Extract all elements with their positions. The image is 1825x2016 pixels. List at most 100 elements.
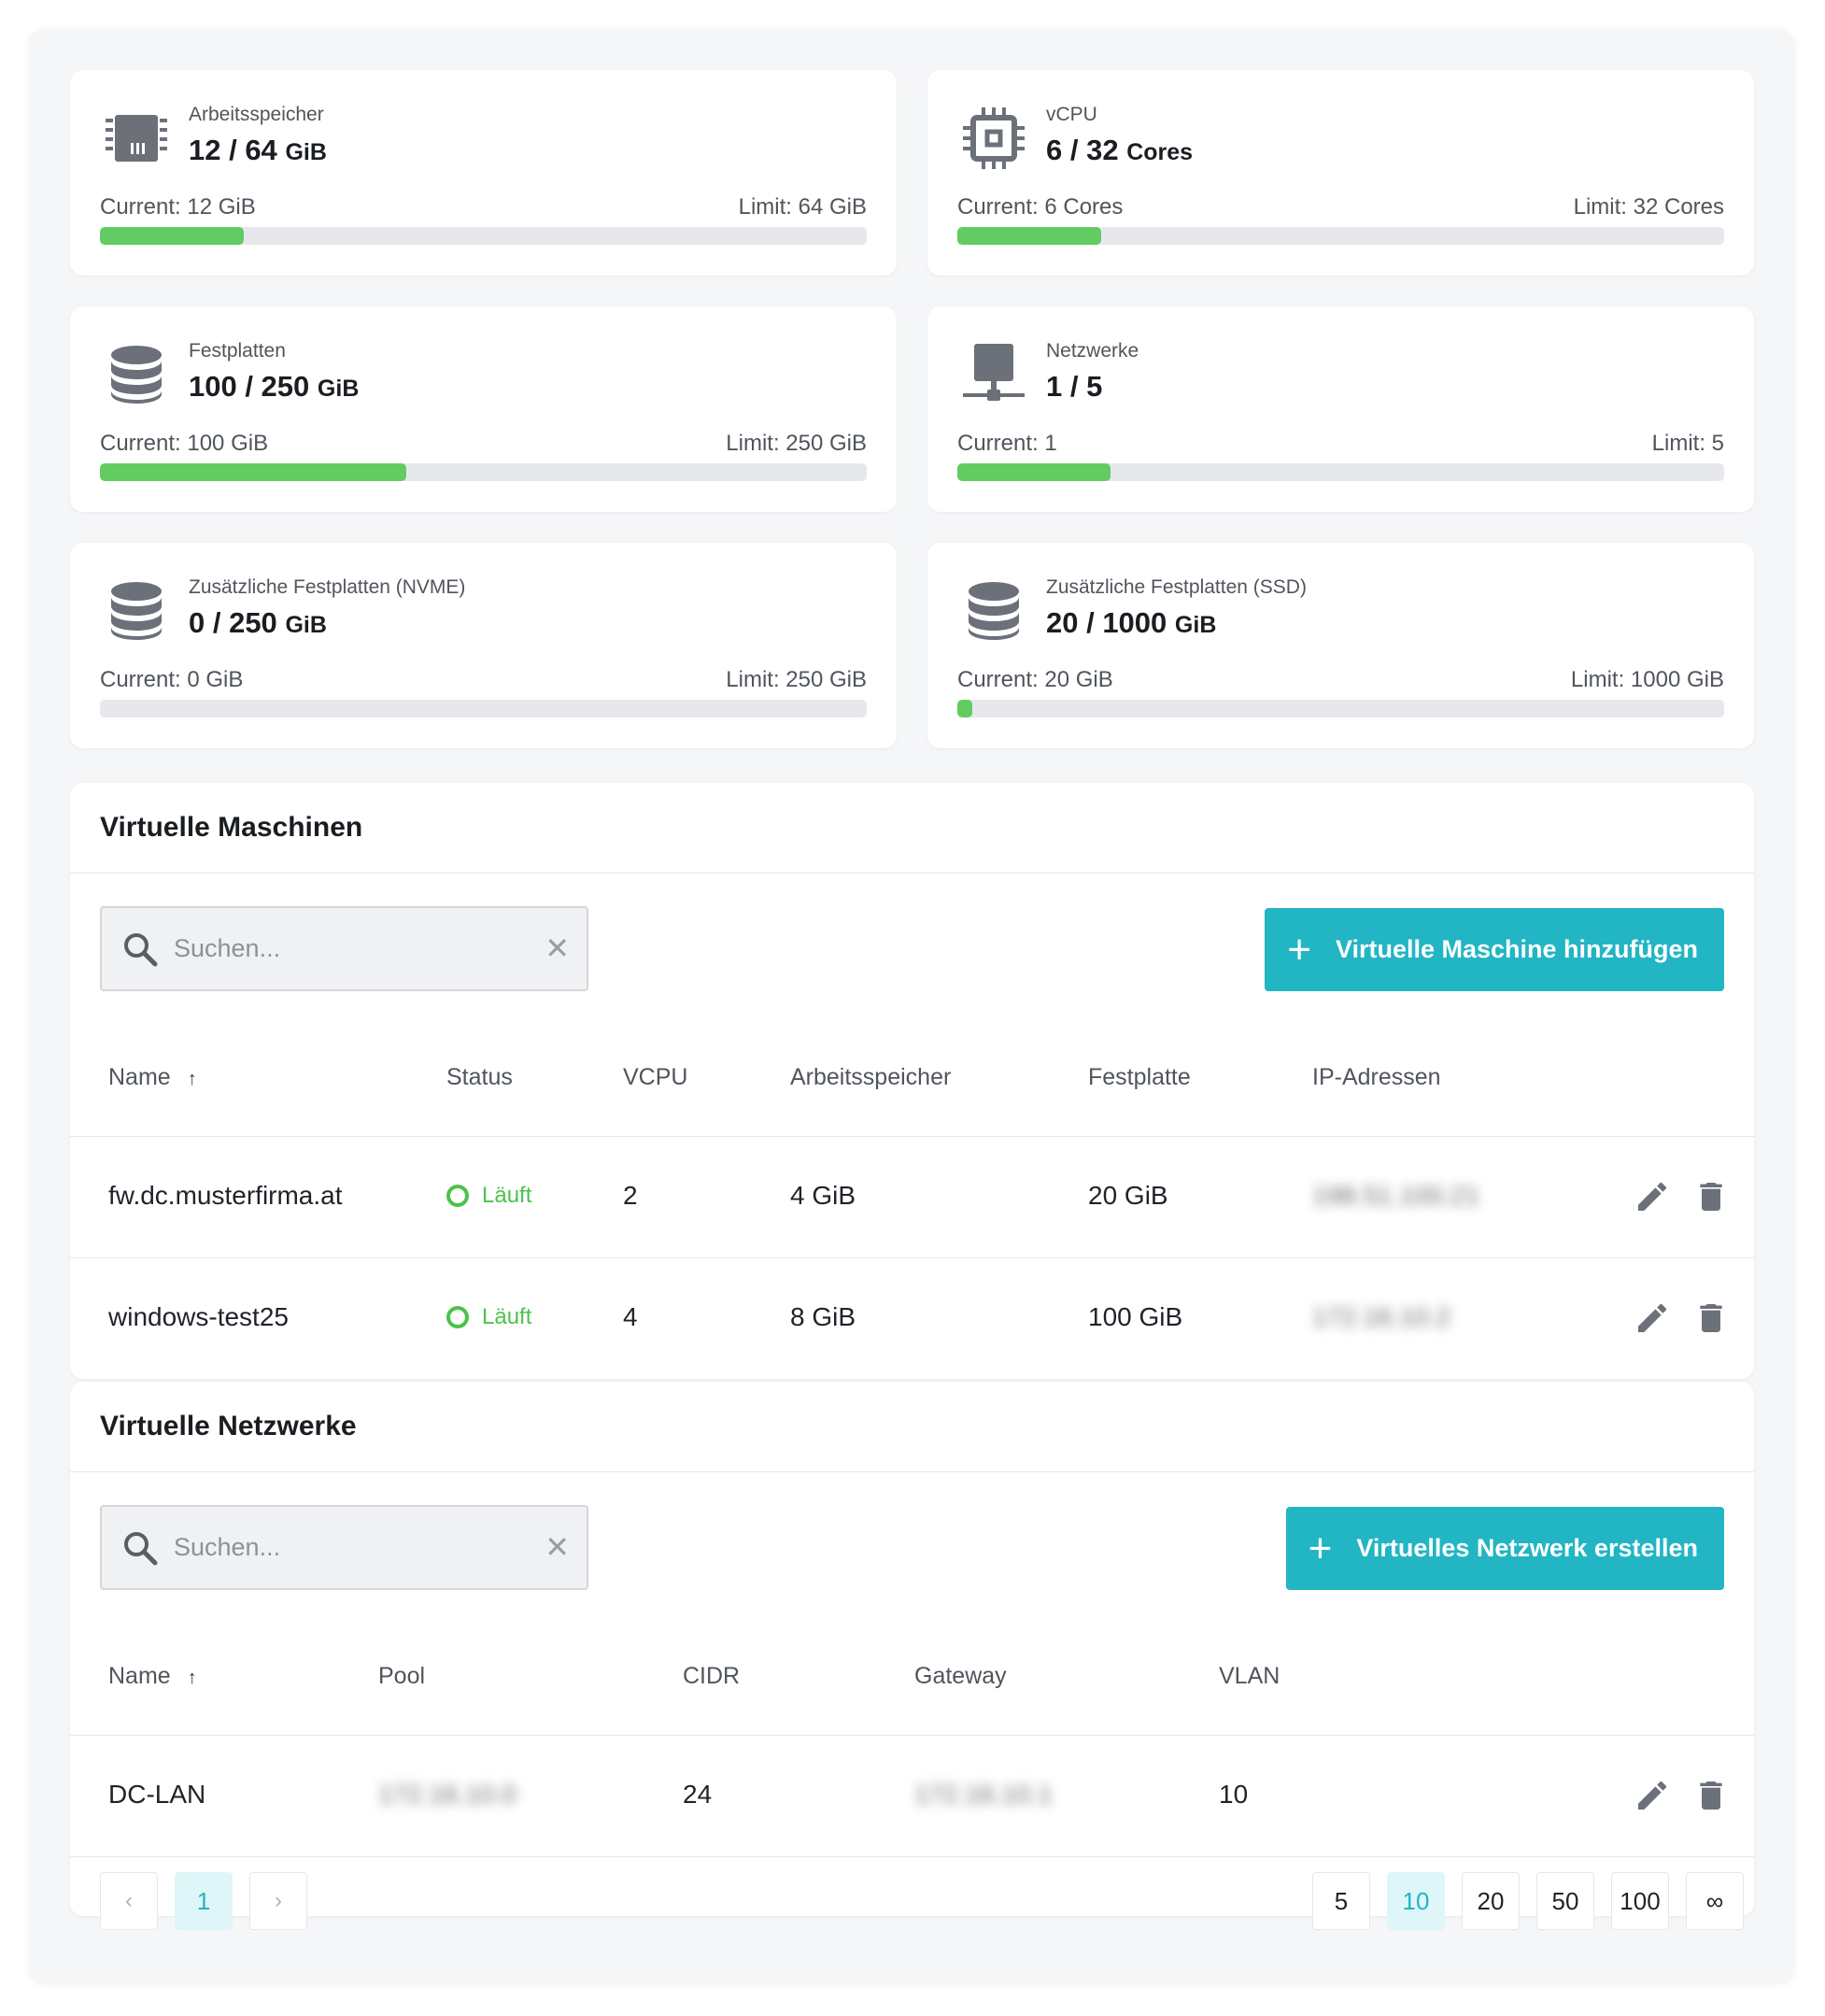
vm-panel: Virtuelle Maschinen Suchen... ✕ + Virtue… bbox=[70, 783, 1754, 1379]
quota-limit: Limit: 250 GiB bbox=[726, 667, 867, 692]
quota-value: 100 / 250 GiB bbox=[189, 370, 360, 403]
column-header-name[interactable]: Name ↑ bbox=[108, 1064, 197, 1091]
quota-progress-bar bbox=[100, 227, 867, 245]
quota-label: Festplatten bbox=[189, 340, 286, 362]
next-page-button[interactable]: › bbox=[249, 1872, 307, 1930]
vm-disk: 20 GiB bbox=[1088, 1181, 1168, 1210]
search-placeholder: Suchen... bbox=[174, 934, 281, 962]
quota-current: Current: 12 GiB bbox=[100, 194, 256, 220]
delete-icon[interactable] bbox=[1692, 1777, 1730, 1814]
quota-limit: Limit: 64 GiB bbox=[738, 194, 867, 220]
page-container: Arbeitsspeicher 12 / 64 GiB Current: 12 … bbox=[30, 30, 1793, 1982]
quota-value: 0 / 250 GiB bbox=[189, 606, 327, 639]
network-name[interactable]: DC-LAN bbox=[108, 1780, 205, 1810]
delete-icon[interactable] bbox=[1692, 1178, 1730, 1215]
quota-progress-fill bbox=[957, 700, 973, 717]
edit-icon[interactable] bbox=[1634, 1777, 1671, 1814]
quota-progress-fill bbox=[100, 227, 244, 245]
add-vm-label: Virtuelle Maschine hinzufügen bbox=[1335, 935, 1698, 963]
running-icon bbox=[446, 1185, 469, 1207]
quota-progress-bar bbox=[957, 700, 1724, 717]
column-header-pool[interactable]: Pool bbox=[378, 1663, 425, 1690]
column-header-name[interactable]: Name ↑ bbox=[108, 1663, 197, 1690]
quota-card-vcpu: vCPU 6 / 32 Cores Current: 6 Cores Limit… bbox=[927, 70, 1754, 276]
quota-value: 1 / 5 bbox=[1046, 370, 1103, 403]
vm-name[interactable]: windows-test25 bbox=[108, 1302, 289, 1332]
quota-label: Arbeitsspeicher bbox=[189, 104, 324, 125]
quota-limit: Limit: 5 bbox=[1651, 431, 1724, 456]
network-pool: 172.16.10.0 bbox=[378, 1780, 516, 1809]
quota-progress-bar bbox=[957, 463, 1724, 481]
search-icon bbox=[124, 1532, 158, 1566]
quota-progress-bar bbox=[957, 227, 1724, 245]
quota-card-networks: Netzwerke 1 / 5 Current: 1 Limit: 5 bbox=[927, 306, 1754, 512]
quota-card-nvme: Zusätzliche Festplatten (NVME) 0 / 250 G… bbox=[70, 543, 897, 748]
quota-value: 12 / 64 GiB bbox=[189, 134, 327, 166]
divider bbox=[70, 1856, 1754, 1857]
plus-icon: + bbox=[1308, 1525, 1333, 1571]
page-size-10[interactable]: 10 bbox=[1387, 1872, 1445, 1930]
quota-value: 6 / 32 Cores bbox=[1046, 134, 1194, 166]
column-header-vlan[interactable]: VLAN bbox=[1219, 1663, 1280, 1690]
quota-card-disks: Festplatten 100 / 250 GiB Current: 100 G… bbox=[70, 306, 897, 512]
network-vlan: 10 bbox=[1219, 1780, 1249, 1809]
running-icon bbox=[446, 1306, 469, 1328]
vm-panel-title: Virtuelle Maschinen bbox=[70, 783, 1754, 873]
vm-search-input[interactable]: Suchen... ✕ bbox=[100, 906, 588, 991]
network-panel-title: Virtuelle Netzwerke bbox=[70, 1382, 1754, 1472]
status-badge: Läuft bbox=[446, 1304, 531, 1330]
quota-label: Zusätzliche Festplatten (NVME) bbox=[189, 576, 466, 598]
plus-icon: + bbox=[1287, 926, 1311, 973]
quota-progress-fill bbox=[957, 227, 1101, 245]
quota-current: Current: 0 GiB bbox=[100, 667, 244, 692]
database-icon bbox=[111, 582, 162, 640]
add-network-button[interactable]: + Virtuelles Netzwerk erstellen bbox=[1285, 1507, 1724, 1590]
quota-current: Current: 6 Cores bbox=[957, 194, 1124, 220]
page-size-50[interactable]: 50 bbox=[1536, 1872, 1594, 1930]
network-search-input[interactable]: Suchen... ✕ bbox=[100, 1505, 588, 1590]
clear-search-icon[interactable]: ✕ bbox=[545, 1507, 570, 1588]
page-size-all[interactable]: ∞ bbox=[1686, 1872, 1744, 1930]
quota-grid: Arbeitsspeicher 12 / 64 GiB Current: 12 … bbox=[70, 70, 1754, 748]
quota-value: 20 / 1000 GiB bbox=[1046, 606, 1217, 639]
vm-ip: 172.16.10.2 bbox=[1312, 1302, 1450, 1331]
sort-asc-icon[interactable]: ↑ bbox=[188, 1069, 197, 1089]
divider bbox=[70, 1257, 1754, 1258]
column-header-vcpu[interactable]: VCPU bbox=[623, 1064, 687, 1091]
network-icon bbox=[963, 344, 1025, 401]
quota-limit: Limit: 1000 GiB bbox=[1570, 667, 1724, 692]
quota-current: Current: 1 bbox=[957, 431, 1057, 456]
page-button-1[interactable]: 1 bbox=[175, 1872, 233, 1930]
edit-icon[interactable] bbox=[1634, 1178, 1671, 1215]
quota-current: Current: 20 GiB bbox=[957, 667, 1113, 692]
quota-progress-bar bbox=[100, 463, 867, 481]
sort-asc-icon[interactable]: ↑ bbox=[188, 1668, 197, 1688]
edit-icon[interactable] bbox=[1634, 1299, 1671, 1337]
quota-card-ssd: Zusätzliche Festplatten (SSD) 20 / 1000 … bbox=[927, 543, 1754, 748]
clear-search-icon[interactable]: ✕ bbox=[545, 908, 570, 989]
column-header-cidr[interactable]: CIDR bbox=[683, 1663, 740, 1690]
page-size-5[interactable]: 5 bbox=[1312, 1872, 1370, 1930]
delete-icon[interactable] bbox=[1692, 1299, 1730, 1337]
quota-card-memory: Arbeitsspeicher 12 / 64 GiB Current: 12 … bbox=[70, 70, 897, 276]
cpu-icon bbox=[963, 107, 1025, 169]
column-header-ip[interactable]: IP-Adressen bbox=[1312, 1064, 1441, 1091]
quota-limit: Limit: 250 GiB bbox=[726, 431, 867, 456]
vm-name[interactable]: fw.dc.musterfirma.at bbox=[108, 1181, 343, 1211]
column-header-ram[interactable]: Arbeitsspeicher bbox=[790, 1064, 951, 1091]
quota-label: Netzwerke bbox=[1046, 340, 1139, 362]
network-panel: Virtuelle Netzwerke Suchen... ✕ + Virtue… bbox=[70, 1382, 1754, 1930]
column-header-disk[interactable]: Festplatte bbox=[1088, 1064, 1191, 1091]
vm-ip: 198.51.100.21 bbox=[1312, 1181, 1480, 1210]
prev-page-button[interactable]: ‹ bbox=[100, 1872, 158, 1930]
quota-limit: Limit: 32 Cores bbox=[1573, 194, 1724, 220]
page-size-100[interactable]: 100 bbox=[1611, 1872, 1669, 1930]
database-icon bbox=[969, 582, 1019, 640]
page-size-20[interactable]: 20 bbox=[1462, 1872, 1520, 1930]
column-header-gateway[interactable]: Gateway bbox=[914, 1663, 1007, 1690]
add-vm-button[interactable]: + Virtuelle Maschine hinzufügen bbox=[1265, 908, 1724, 991]
search-icon bbox=[124, 933, 158, 967]
column-header-status[interactable]: Status bbox=[446, 1064, 513, 1091]
search-placeholder: Suchen... bbox=[174, 1533, 281, 1561]
network-cidr: 24 bbox=[683, 1780, 713, 1809]
